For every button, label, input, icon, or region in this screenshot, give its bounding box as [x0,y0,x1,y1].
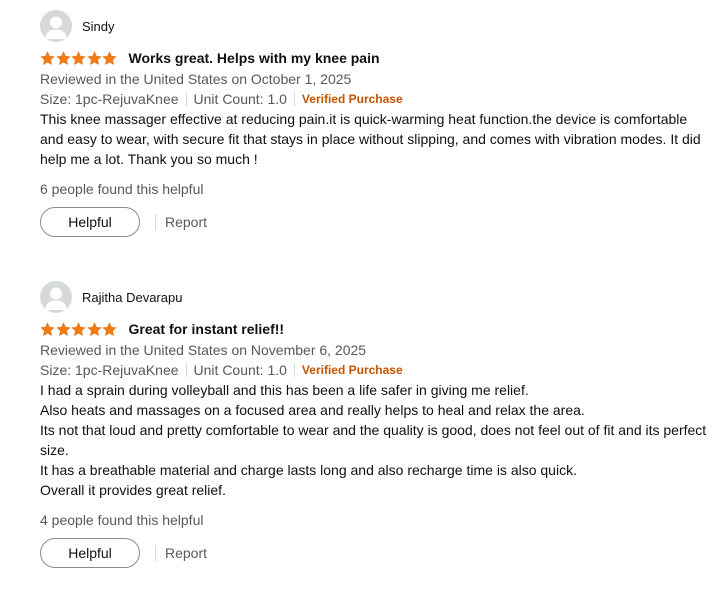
star-icon [40,51,55,65]
review-date: Reviewed in the United States on Novembe… [40,342,367,358]
review-attributes: Size: 1pc-RejuvaKnee Unit Count: 1.0 Ver… [40,89,712,109]
unit-count-attribute: Unit Count: 1.0 [193,362,287,378]
review-card: Sindy Works great. Helps with my knee pa… [40,10,712,237]
helpful-count: 6 people found this helpful [40,181,204,197]
review-body-line: Its not that loud and pretty comfortable… [40,422,707,458]
star-icon [56,322,70,336]
star-icon [102,51,117,65]
review-body-line: I had a sprain during volleyball and thi… [40,382,529,398]
review-body: I had a sprain during volleyball and thi… [40,380,712,500]
star-icon [71,51,86,65]
star-icon [71,322,86,336]
divider [293,92,295,106]
avatar [40,281,72,313]
helpful-button[interactable]: Helpful [40,207,140,237]
author-row: Rajitha Devarapu [40,281,712,313]
author-row: Sindy [40,10,712,42]
star-icon [102,322,117,336]
review-title-row: Great for instant relief!! [40,319,712,339]
report-link[interactable]: Report [165,545,207,561]
review-body-line: This knee massager effective at reducing… [40,111,701,167]
divider [155,545,156,561]
helpful-count: 4 people found this helpful [40,512,204,528]
divider [185,363,187,377]
divider [293,363,295,377]
divider [155,214,156,230]
star-icon [40,322,55,336]
author-name[interactable]: Rajitha Devarapu [82,290,182,305]
user-silhouette-icon [45,287,67,310]
author-name[interactable]: Sindy [82,19,115,34]
star-icon [87,51,101,65]
avatar [40,10,72,42]
review-title[interactable]: Great for instant relief!! [129,321,285,337]
review-actions: Helpful Report [40,207,712,237]
review-title[interactable]: Works great. Helps with my knee pain [129,50,380,66]
user-silhouette-icon [45,16,67,39]
helpful-button[interactable]: Helpful [40,538,140,568]
star-icon [56,51,70,65]
divider [185,92,187,106]
unit-count-attribute: Unit Count: 1.0 [193,91,287,107]
review-body: This knee massager effective at reducing… [40,109,712,169]
verified-purchase-badge[interactable]: Verified Purchase [302,89,403,109]
star-icon [87,322,101,336]
review-body-line: Also heats and massages on a focused are… [40,402,585,418]
review-actions: Helpful Report [40,538,712,568]
verified-purchase-badge[interactable]: Verified Purchase [302,360,403,380]
review-date: Reviewed in the United States on October… [40,71,352,87]
star-rating[interactable] [40,322,118,337]
report-link[interactable]: Report [165,214,207,230]
size-attribute[interactable]: Size: 1pc-RejuvaKnee [40,89,179,109]
review-attributes: Size: 1pc-RejuvaKnee Unit Count: 1.0 Ver… [40,360,712,380]
review-title-row: Works great. Helps with my knee pain [40,48,712,68]
review-body-line: Overall it provides great relief. [40,482,226,498]
review-body-line: It has a breathable material and charge … [40,462,577,478]
review-card: Rajitha Devarapu Great for instant relie… [40,281,712,568]
star-rating[interactable] [40,51,118,66]
size-attribute[interactable]: Size: 1pc-RejuvaKnee [40,360,179,380]
